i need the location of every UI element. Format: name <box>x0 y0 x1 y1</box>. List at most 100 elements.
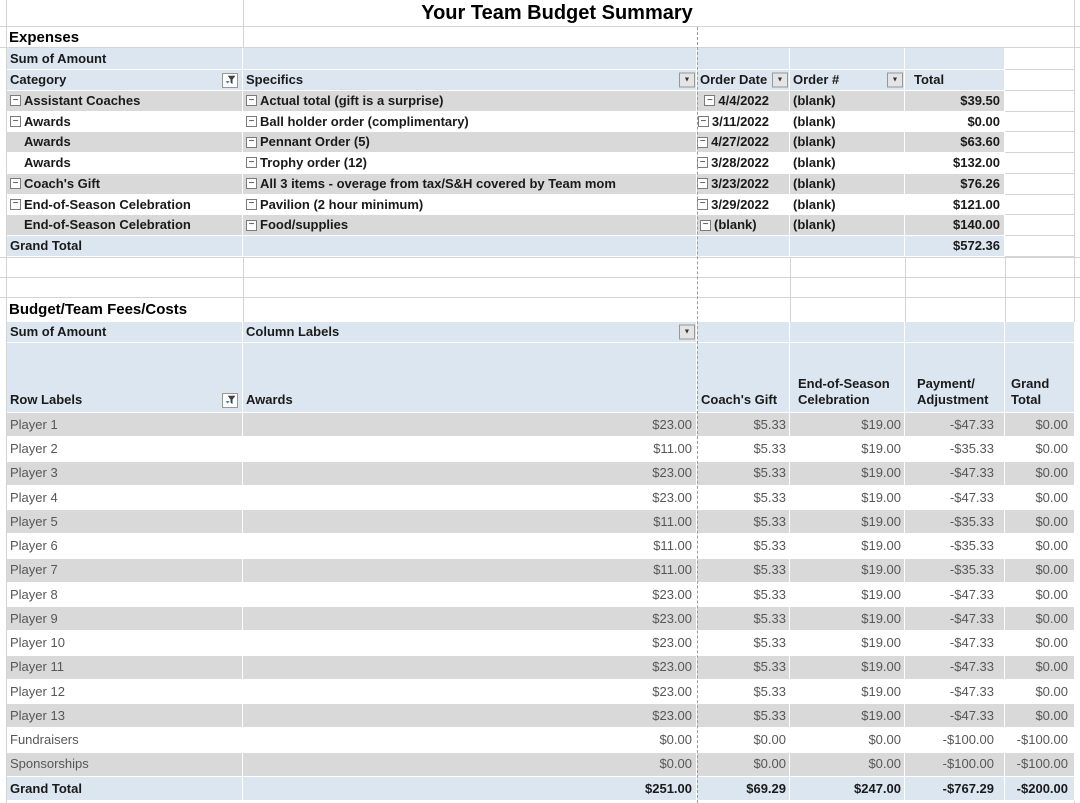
grand-total-label-cell[interactable]: Grand Total <box>7 236 243 257</box>
empty-cell[interactable] <box>697 48 790 70</box>
specifics-header-cell[interactable]: Specifics ▼ <box>243 70 697 91</box>
category-cell[interactable]: −End-of-Season Celebration <box>7 195 243 216</box>
empty-cell[interactable] <box>697 322 790 343</box>
grand-total-value-cell[interactable]: $0.00 <box>1005 656 1075 680</box>
total-cell[interactable]: $140.00 <box>905 215 1005 236</box>
order-date-cell[interactable]: −(blank) <box>697 215 790 236</box>
collapse-minus-icon[interactable]: − <box>10 116 21 127</box>
collapse-minus-icon[interactable]: − <box>246 199 257 210</box>
awards-value-cell[interactable]: $23.00 <box>243 704 697 728</box>
category-cell[interactable]: Awards <box>7 132 243 153</box>
grand-total-value-cell[interactable]: $0.00 <box>1005 631 1075 655</box>
order-number-cell[interactable]: (blank) <box>790 132 905 153</box>
row-label-cell[interactable]: Player 6 <box>7 534 243 558</box>
grand-total-value-cell[interactable]: $0.00 <box>1005 437 1075 461</box>
awards-value-cell[interactable]: $0.00 <box>243 753 697 777</box>
specifics-cell[interactable]: −Pennant Order (5) <box>243 132 697 153</box>
grand-total-value-cell[interactable]: $0.00 <box>1005 583 1075 607</box>
empty-cell[interactable] <box>790 236 905 257</box>
order-date-cell[interactable]: −3/11/2022 <box>697 112 790 133</box>
celebration-value-cell[interactable]: $19.00 <box>790 631 905 655</box>
total-cell[interactable]: $132.00 <box>905 153 1005 174</box>
collapse-minus-icon[interactable]: − <box>697 157 708 168</box>
payment-adjustment-value-cell[interactable]: -$47.33 <box>905 704 1005 728</box>
grand-total-label-cell[interactable]: Grand Total <box>7 777 243 801</box>
celebration-total-cell[interactable]: $247.00 <box>790 777 905 801</box>
coachs-gift-value-cell[interactable]: $5.33 <box>697 486 790 510</box>
total-cell[interactable]: $0.00 <box>905 112 1005 133</box>
payment-adjustment-value-cell[interactable]: -$47.33 <box>905 486 1005 510</box>
coachs-gift-total-cell[interactable]: $69.29 <box>697 777 790 801</box>
collapse-minus-icon[interactable]: − <box>246 178 257 189</box>
order-date-cell[interactable]: −4/4/2022 <box>697 91 790 112</box>
grand-total-header-cell[interactable]: Grand Total <box>1005 343 1075 413</box>
awards-value-cell[interactable]: $23.00 <box>243 607 697 631</box>
awards-value-cell[interactable]: $11.00 <box>243 510 697 534</box>
row-label-cell[interactable]: Player 10 <box>7 631 243 655</box>
celebration-value-cell[interactable]: $19.00 <box>790 462 905 486</box>
category-cell[interactable]: Awards <box>7 153 243 174</box>
payment-adjustment-value-cell[interactable]: -$47.33 <box>905 656 1005 680</box>
celebration-value-cell[interactable]: $0.00 <box>790 753 905 777</box>
collapse-minus-icon[interactable]: − <box>246 95 257 106</box>
row-label-cell[interactable]: Player 2 <box>7 437 243 461</box>
collapse-minus-icon[interactable]: − <box>697 178 708 189</box>
awards-value-cell[interactable]: $23.00 <box>243 462 697 486</box>
row-label-cell[interactable]: Player 12 <box>7 680 243 704</box>
dropdown-arrow-icon[interactable]: ▼ <box>679 325 695 340</box>
coachs-gift-value-cell[interactable]: $5.33 <box>697 462 790 486</box>
grand-total-value-cell[interactable]: -$100.00 <box>1005 728 1075 752</box>
coachs-gift-value-cell[interactable]: $5.33 <box>697 583 790 607</box>
specifics-cell[interactable]: −Food/supplies <box>243 215 697 236</box>
empty-cell[interactable] <box>790 322 905 343</box>
grand-total-value-cell[interactable]: -$100.00 <box>1005 753 1075 777</box>
empty-cell[interactable] <box>1005 322 1075 343</box>
coachs-gift-value-cell[interactable]: $5.33 <box>697 534 790 558</box>
grand-total-value-cell[interactable]: $0.00 <box>1005 680 1075 704</box>
row-label-cell[interactable]: Player 8 <box>7 583 243 607</box>
collapse-minus-icon[interactable]: − <box>246 157 257 168</box>
celebration-value-cell[interactable]: $19.00 <box>790 607 905 631</box>
payment-adjustment-value-cell[interactable]: -$47.33 <box>905 462 1005 486</box>
celebration-value-cell[interactable]: $19.00 <box>790 559 905 583</box>
order-date-header-cell[interactable]: Order Date ▼ <box>697 70 790 91</box>
coachs-gift-value-cell[interactable]: $5.33 <box>697 437 790 461</box>
collapse-minus-icon[interactable]: − <box>10 199 21 210</box>
grand-total-value-cell[interactable]: -$200.00 <box>1005 777 1075 801</box>
row-label-cell[interactable]: Player 3 <box>7 462 243 486</box>
order-number-cell[interactable]: (blank) <box>790 215 905 236</box>
collapse-minus-icon[interactable]: − <box>10 178 21 189</box>
celebration-value-cell[interactable]: $19.00 <box>790 656 905 680</box>
awards-header-cell[interactable]: Awards <box>243 343 697 413</box>
empty-cell[interactable] <box>243 236 697 257</box>
celebration-value-cell[interactable]: $19.00 <box>790 413 905 437</box>
payment-adjustment-value-cell[interactable]: -$35.33 <box>905 534 1005 558</box>
row-label-cell[interactable]: Player 4 <box>7 486 243 510</box>
payment-adjustment-value-cell[interactable]: -$35.33 <box>905 437 1005 461</box>
total-cell[interactable]: $63.60 <box>905 132 1005 153</box>
order-number-header-cell[interactable]: Order # ▼ <box>790 70 905 91</box>
payment-total-cell[interactable]: -$767.29 <box>905 777 1005 801</box>
coachs-gift-value-cell[interactable]: $0.00 <box>697 753 790 777</box>
filter-funnel-icon[interactable] <box>222 73 238 88</box>
collapse-minus-icon[interactable]: − <box>704 95 715 106</box>
grand-total-value-cell[interactable]: $0.00 <box>1005 704 1075 728</box>
category-cell[interactable]: −Coach's Gift <box>7 174 243 195</box>
collapse-minus-icon[interactable]: − <box>698 116 709 127</box>
filter-funnel-icon[interactable] <box>222 393 238 408</box>
row-label-cell[interactable]: Player 13 <box>7 704 243 728</box>
awards-value-cell[interactable]: $23.00 <box>243 631 697 655</box>
celebration-value-cell[interactable]: $19.00 <box>790 680 905 704</box>
sum-of-amount-cell[interactable]: Sum of Amount <box>7 322 243 343</box>
awards-value-cell[interactable]: $23.00 <box>243 486 697 510</box>
awards-total-cell[interactable]: $251.00 <box>243 777 697 801</box>
payment-adjustment-header-cell[interactable]: Payment/ Adjustment <box>905 343 1005 413</box>
category-cell[interactable]: End-of-Season Celebration <box>7 215 243 236</box>
category-cell[interactable]: −Assistant Coaches <box>7 91 243 112</box>
empty-cell[interactable] <box>790 48 905 70</box>
grand-total-value-cell[interactable]: $572.36 <box>905 236 1005 257</box>
empty-cell[interactable] <box>697 236 790 257</box>
celebration-value-cell[interactable]: $0.00 <box>790 728 905 752</box>
collapse-minus-icon[interactable]: − <box>246 137 257 148</box>
specifics-cell[interactable]: −Pavilion (2 hour minimum) <box>243 195 697 216</box>
